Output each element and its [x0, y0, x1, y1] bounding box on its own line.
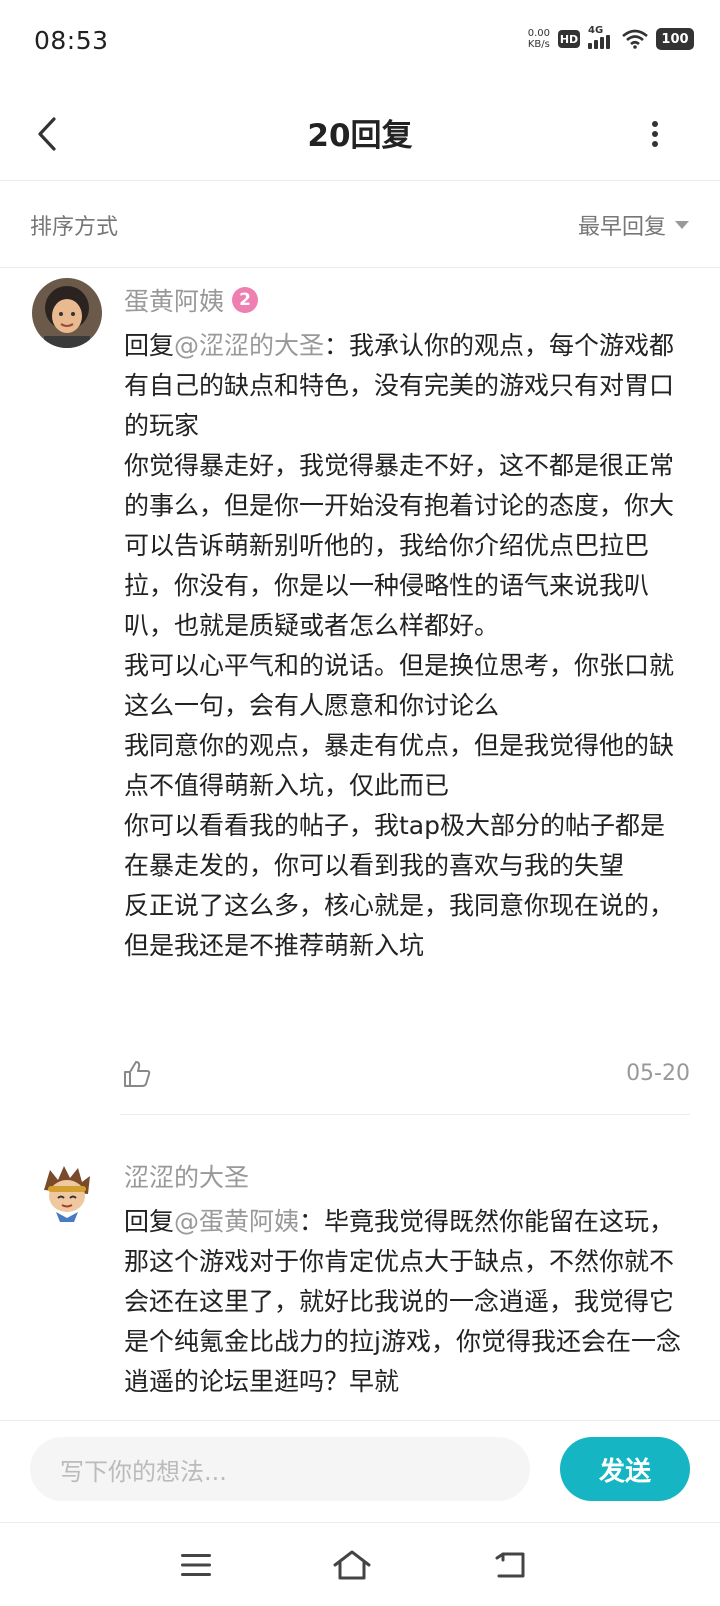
- author-name: 涩涩的大圣: [124, 1163, 250, 1192]
- home-icon: [333, 1550, 371, 1580]
- status-time: 08:53: [34, 26, 109, 55]
- status-icons: 0.00 KB/s HD 4G 100: [528, 25, 694, 50]
- divider: [120, 1114, 690, 1115]
- level-badge: 2: [232, 287, 259, 313]
- net-speed: 0.00 KB/s: [528, 28, 550, 50]
- thumbs-up-icon: [124, 1061, 151, 1087]
- sort-dropdown[interactable]: 最早回复: [578, 209, 690, 241]
- send-button[interactable]: 发送: [560, 1437, 690, 1501]
- comment-paragraph: 我可以心平气和的说话。但是换位思考，你张口就这么一句，会有人愿意和你讨论么: [124, 651, 675, 720]
- signal-label: 4G: [588, 25, 604, 36]
- comment-paragraph: 你觉得暴走好，我觉得暴走不好，这不都是很正常的事么，但是你一开始没有抱着讨论的态…: [124, 451, 675, 640]
- reply-first-line: 回复@涩涩的大圣：我承认你的观点，每个游戏都有自己的缺点和特色，没有完美的游戏只…: [124, 326, 684, 446]
- return-icon: [495, 1552, 525, 1578]
- back-nav-button[interactable]: [490, 1545, 530, 1585]
- reply-input-placeholder: 写下你的想法...: [60, 1457, 227, 1486]
- comment-date: 05-20: [626, 1061, 690, 1086]
- more-vertical-icon: [652, 121, 658, 147]
- comment-author[interactable]: 蛋黄阿姨 2: [124, 282, 259, 318]
- cellular-signal-icon: 4G: [588, 25, 614, 49]
- net-speed-value: 0.00: [527, 28, 550, 39]
- wifi-icon: [622, 29, 648, 49]
- comment-paragraph: 反正说了这么多，核心就是，我同意你现在说的，但是我还是不推荐萌新入坑: [124, 891, 675, 960]
- nav-bar: 20回复: [0, 90, 720, 181]
- comment-content: 回复@涩涩的大圣：我承认你的观点，每个游戏都有自己的缺点和特色，没有完美的游戏只…: [124, 326, 684, 966]
- like-button[interactable]: [122, 1059, 152, 1089]
- comment-paragraph: 我同意你的观点，暴走有优点，但是我觉得他的缺点不值得萌新入坑，仅此而已: [124, 731, 675, 800]
- author-name: 蛋黄阿姨: [124, 287, 225, 316]
- battery-icon: 100: [656, 28, 694, 50]
- system-nav-bar: [0, 1522, 720, 1606]
- comment-author[interactable]: 涩涩的大圣: [124, 1158, 249, 1194]
- avatar[interactable]: [32, 1160, 102, 1230]
- comment-paragraph: 你可以看看我的帖子，我tap极大部分的帖子都是在暴走发的，你可以看到我的喜欢与我…: [124, 811, 665, 880]
- home-button[interactable]: [332, 1545, 372, 1585]
- sort-bar: 排序方式 最早回复: [0, 181, 720, 268]
- caret-down-icon: [675, 221, 689, 229]
- status-bar: 08:53 0.00 KB/s HD 4G 100: [0, 0, 720, 90]
- reply-prefix: 回复: [124, 331, 175, 360]
- mention-link[interactable]: @涩涩的大圣: [174, 331, 324, 360]
- net-speed-unit: KB/s: [527, 39, 550, 50]
- reply-first-line: 回复@蛋黄阿姨：毕竟我觉得既然你能留在这玩，那这个游戏对于你肯定优点大于缺点，不…: [124, 1202, 684, 1402]
- sort-value: 最早回复: [577, 215, 666, 240]
- menu-button[interactable]: [176, 1545, 216, 1585]
- mention-link[interactable]: @蛋黄阿姨: [174, 1207, 299, 1236]
- page-title: 20回复: [307, 118, 413, 154]
- reply-composer: 写下你的想法... 发送: [0, 1420, 720, 1521]
- menu-icon: [181, 1554, 211, 1576]
- reply-prefix: 回复: [124, 1207, 175, 1236]
- sort-label: 排序方式: [30, 215, 119, 240]
- more-options-button[interactable]: [640, 112, 670, 156]
- comment-content: 回复@蛋黄阿姨：毕竟我觉得既然你能留在这玩，那这个游戏对于你肯定优点大于缺点，不…: [124, 1202, 684, 1402]
- reply-input[interactable]: 写下你的想法...: [30, 1437, 530, 1501]
- avatar[interactable]: [32, 278, 102, 348]
- hd-icon: HD: [558, 30, 580, 48]
